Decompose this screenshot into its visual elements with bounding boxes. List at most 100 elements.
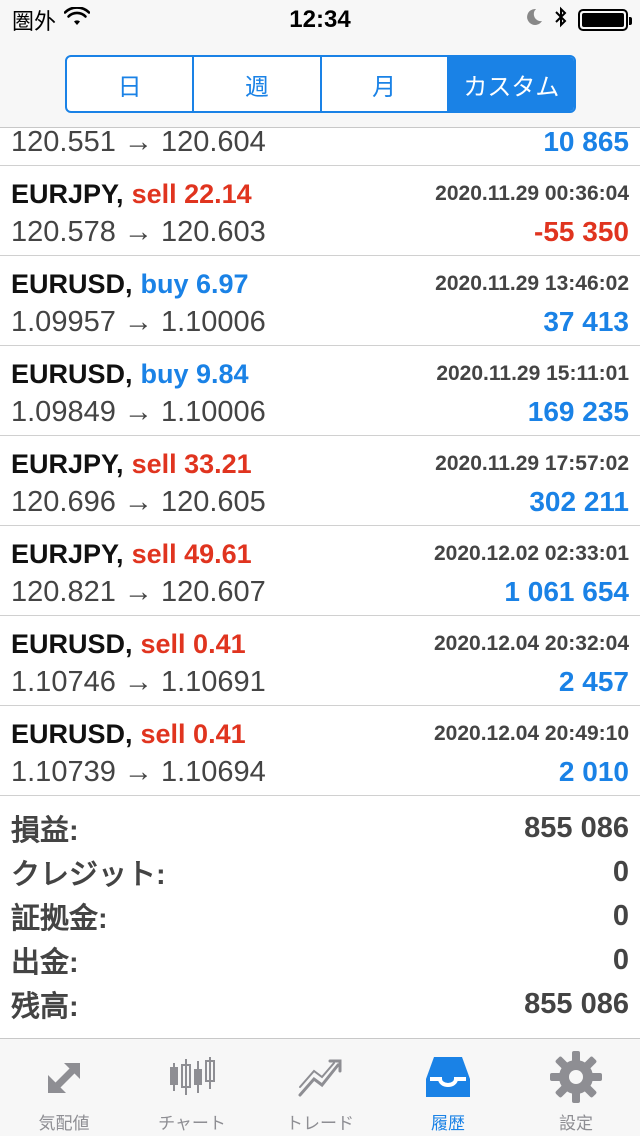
history-list[interactable]: 120.551 → 120.604 10 865 EURJPY, sell 22.… [0, 128, 640, 1038]
trade-time: 2020.11.29 13:46:02 [435, 272, 629, 295]
tab-label: チャート [158, 1114, 226, 1133]
trade-title: EURUSD, sell 0.41 [11, 629, 246, 660]
status-bar: 圏外 12:34 [0, 0, 640, 40]
quotes-arrows-icon [48, 1063, 80, 1093]
trade-row-header: EURUSD, sell 0.41 2020.12.04 20:49:10 [11, 716, 629, 752]
trade-row-values: 120.821 → 120.607 1 061 654 [11, 574, 629, 610]
trade-row-values: 120.696 → 120.605 302 211 [11, 484, 629, 520]
trade-prices: 120.821 → 120.607 [11, 575, 266, 608]
segment-day[interactable]: 日 [67, 57, 195, 111]
trade-profit: 10 865 [543, 128, 629, 157]
tab-label: 気配値 [38, 1114, 90, 1133]
tab-label: 設定 [559, 1114, 593, 1133]
trade-time: 2020.11.29 00:36:04 [435, 182, 629, 205]
battery-icon [578, 9, 632, 31]
summary-balance-row: 残高: 855 086 [11, 982, 629, 1026]
summary-value: 0 [612, 899, 629, 932]
trade-profit: -55 350 [534, 216, 629, 247]
trade-time: 2020.12.04 20:32:04 [434, 632, 629, 655]
status-time: 12:34 [289, 6, 351, 33]
trade-side: sell 0.41 [140, 718, 246, 749]
summary-value: 0 [612, 943, 629, 976]
tab-chart[interactable]: チャート [128, 1039, 256, 1136]
trade-prices: 1.09849 → 1.10006 [11, 395, 266, 428]
trade-row[interactable]: EURUSD, sell 0.41 2020.12.04 20:32:04 1.1… [0, 616, 640, 706]
summary-value: 855 086 [524, 811, 629, 844]
trade-row-values: 120.578 → 120.603 -55 350 [11, 214, 629, 250]
summary-deposit-row: 証拠金: 0 [11, 894, 629, 938]
summary-label: 残高: [11, 991, 79, 1023]
trade-profit: 37 413 [543, 306, 629, 337]
trade-title: EURUSD, buy 6.97 [11, 269, 249, 300]
trade-symbol: EURJPY, [11, 538, 124, 569]
trade-title: EURJPY, sell 49.61 [11, 539, 252, 570]
trade-side: sell 22.14 [131, 178, 252, 209]
trade-profit: 302 211 [529, 486, 629, 517]
trade-symbol: EURUSD, [11, 628, 133, 659]
summary-label: 証拠金: [11, 903, 108, 935]
trade-prices: 1.10746 → 1.10691 [11, 665, 266, 698]
summary-label: 出金: [11, 947, 79, 979]
summary-profit-row: 損益: 855 086 [11, 806, 629, 850]
trade-title: EURJPY, sell 22.14 [11, 179, 252, 210]
segment-month[interactable]: 月 [322, 57, 449, 111]
history-inbox-icon [426, 1057, 470, 1097]
history-list-content: 120.551 → 120.604 10 865 EURJPY, sell 22.… [0, 128, 640, 1026]
trade-row-values: 120.551 → 120.604 10 865 [11, 128, 629, 160]
trade-row[interactable]: EURUSD, buy 6.97 2020.11.29 13:46:02 1.09… [0, 256, 640, 346]
tab-bar: 気配値 チャート トレード 履歴 設定 [0, 1038, 640, 1136]
tab-quotes[interactable]: 気配値 [0, 1039, 128, 1136]
trade-row-partial[interactable]: 120.551 → 120.604 10 865 [0, 128, 640, 166]
trade-title: EURUSD, buy 9.84 [11, 359, 249, 390]
tab-label: 履歴 [431, 1114, 465, 1133]
summary-value: 855 086 [524, 987, 629, 1020]
summary-value: 0 [612, 855, 629, 888]
trade-profit: 2 457 [558, 666, 629, 697]
trade-row[interactable]: EURUSD, sell 0.41 2020.12.04 20:49:10 1.1… [0, 706, 640, 796]
trade-trend-icon [298, 1059, 342, 1097]
trade-row[interactable]: EURJPY, sell 49.61 2020.12.02 02:33:01 12… [0, 526, 640, 616]
trade-row[interactable]: EURJPY, sell 33.21 2020.11.29 17:57:02 12… [0, 436, 640, 526]
trade-row-header: EURJPY, sell 22.14 2020.11.29 00:36:04 [11, 176, 629, 212]
summary-withdrawal-row: 出金: 0 [11, 938, 629, 982]
tab-history[interactable]: 履歴 [384, 1039, 512, 1136]
trade-side: sell 0.41 [140, 628, 246, 659]
period-segmented-control: 日 週 月 カスタム [65, 55, 576, 113]
trade-side: sell 33.21 [131, 448, 252, 479]
battery-fill [582, 13, 624, 27]
trade-time: 2020.12.02 02:33:01 [434, 542, 629, 565]
gear-icon [550, 1051, 602, 1103]
trade-row-header: EURUSD, buy 6.97 2020.11.29 13:46:02 [11, 266, 629, 302]
trade-profit: 1 061 654 [504, 576, 629, 607]
trade-side: buy 9.84 [140, 358, 249, 389]
trade-row[interactable]: EURUSD, buy 9.84 2020.11.29 15:11:01 1.09… [0, 346, 640, 436]
trade-row-values: 1.10746 → 1.10691 2 457 [11, 664, 629, 700]
trade-prices: 1.10739 → 1.10694 [11, 755, 266, 788]
trade-symbol: EURUSD, [11, 358, 133, 389]
trade-profit: 169 235 [527, 396, 629, 427]
screen: 圏外 12:34 日 週 月 カスタム 120.551 → 120.604 10… [0, 0, 640, 1136]
segment-week[interactable]: 週 [194, 57, 322, 111]
summary-section: 損益: 855 086 クレジット: 0 証拠金: 0 出金: 0 残高: 85… [0, 796, 640, 1026]
trade-title: EURUSD, sell 0.41 [11, 719, 246, 750]
segment-custom[interactable]: カスタム [448, 57, 574, 111]
trade-title: EURJPY, sell 33.21 [11, 449, 252, 480]
tab-settings[interactable]: 設定 [512, 1039, 640, 1136]
tab-trade[interactable]: トレード [256, 1039, 384, 1136]
trade-time: 2020.11.29 17:57:02 [435, 452, 629, 475]
trade-symbol: EURUSD, [11, 268, 133, 299]
trade-row-header: EURJPY, sell 33.21 2020.11.29 17:57:02 [11, 446, 629, 482]
trade-prices: 120.696 → 120.605 [11, 485, 266, 518]
trade-row-values: 1.09957 → 1.10006 37 413 [11, 304, 629, 340]
trade-prices: 1.09957 → 1.10006 [11, 305, 266, 338]
trade-symbol: EURJPY, [11, 178, 124, 209]
trade-prices: 120.578 → 120.603 [11, 215, 266, 248]
trade-row-values: 1.09849 → 1.10006 169 235 [11, 394, 629, 430]
summary-label: クレジット: [11, 859, 166, 891]
trade-row-header: EURJPY, sell 49.61 2020.12.02 02:33:01 [11, 536, 629, 572]
trade-symbol: EURUSD, [11, 718, 133, 749]
trade-row[interactable]: EURJPY, sell 22.14 2020.11.29 00:36:04 12… [0, 166, 640, 256]
candlestick-chart-icon [170, 1057, 215, 1095]
trade-row-header: EURUSD, buy 9.84 2020.11.29 15:11:01 [11, 356, 629, 392]
trade-time: 2020.11.29 15:11:01 [436, 362, 629, 385]
